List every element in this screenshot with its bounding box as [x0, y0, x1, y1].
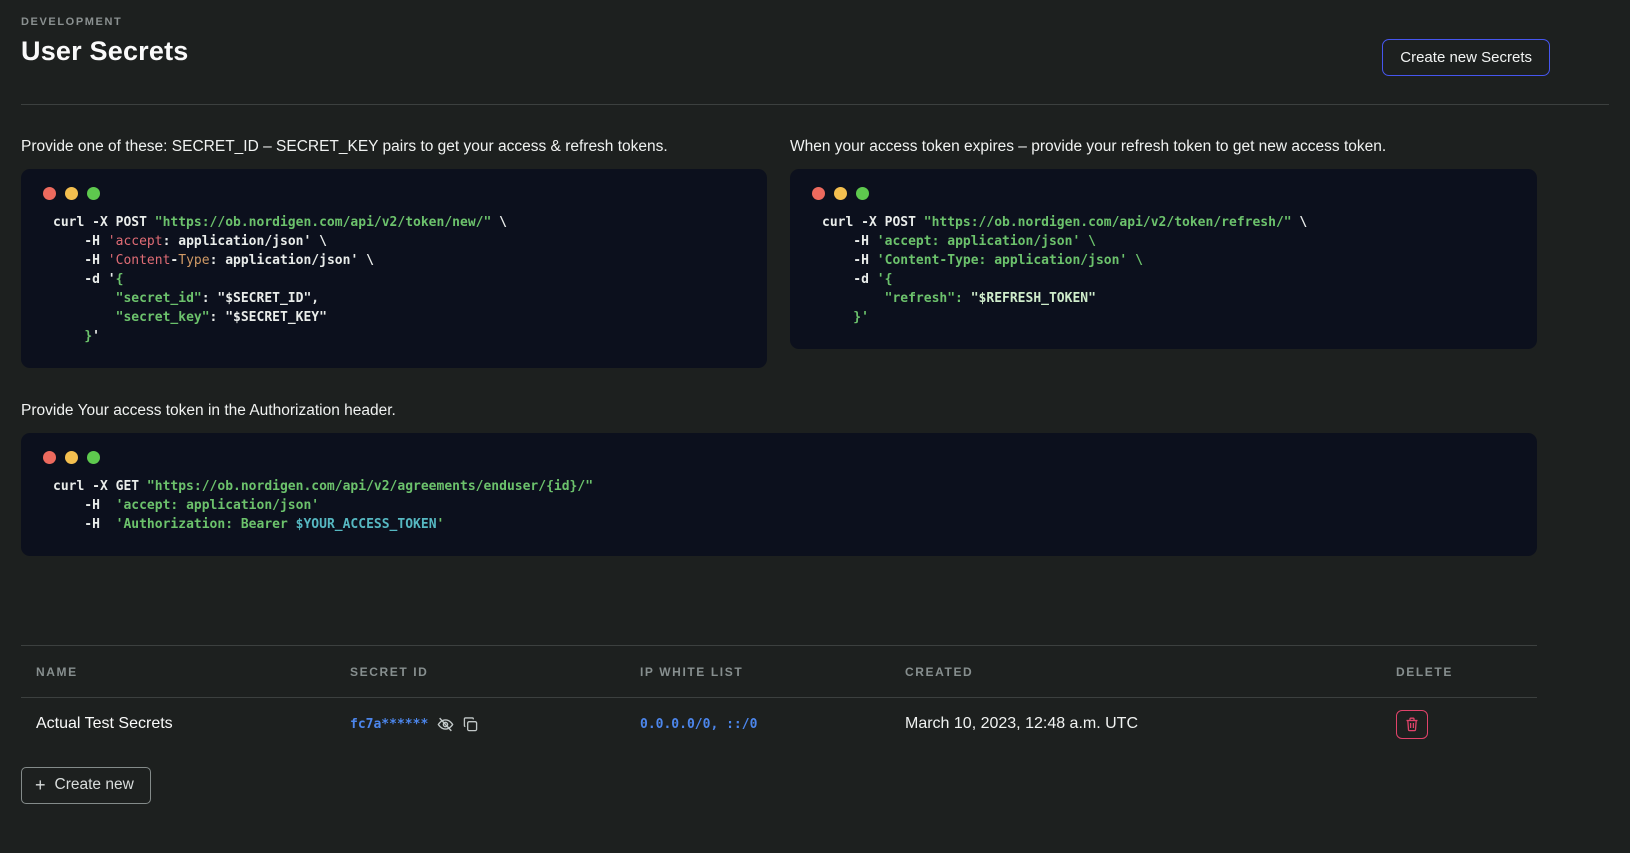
token-new-code: curl -X POST "https://ob.nordigen.com/ap…: [41, 213, 747, 346]
traffic-yellow-icon: [65, 187, 78, 200]
create-new-secrets-button[interactable]: Create new Secrets: [1382, 39, 1550, 76]
token-refresh-description: When your access token expires – provide…: [790, 138, 1537, 156]
traffic-green-icon: [87, 451, 100, 464]
section-token-new: Provide one of these: SECRET_ID – SECRET…: [21, 138, 767, 368]
traffic-yellow-icon: [834, 187, 847, 200]
page-title: User Secrets: [21, 36, 1609, 67]
traffic-red-icon: [43, 451, 56, 464]
column-header-delete: DELETE: [1396, 665, 1537, 679]
delete-cell: [1396, 710, 1537, 739]
copy-secret-button[interactable]: [463, 717, 478, 732]
delete-secret-button[interactable]: [1396, 710, 1428, 739]
traffic-green-icon: [87, 187, 100, 200]
token-refresh-code-card: curl -X POST "https://ob.nordigen.com/ap…: [790, 169, 1537, 349]
terminal-dots: [41, 451, 1517, 464]
column-header-name: NAME: [36, 665, 350, 679]
section-token-refresh: When your access token expires – provide…: [790, 138, 1537, 349]
section-authorization: Provide Your access token in the Authori…: [21, 402, 1537, 556]
secret-name: Actual Test Secrets: [36, 715, 350, 733]
terminal-dots: [810, 187, 1517, 200]
copy-icon: [463, 717, 478, 732]
created-value: March 10, 2023, 12:48 a.m. UTC: [905, 715, 1396, 733]
token-refresh-code: curl -X POST "https://ob.nordigen.com/ap…: [810, 213, 1517, 327]
secret-id-cell: fc7a******: [350, 716, 640, 733]
authorization-code-card: curl -X GET "https://ob.nordigen.com/api…: [21, 433, 1537, 556]
secret-id-value: fc7a******: [350, 717, 428, 732]
create-new-button[interactable]: + Create new: [21, 767, 151, 804]
token-new-code-card: curl -X POST "https://ob.nordigen.com/ap…: [21, 169, 767, 368]
column-header-created: CREATED: [905, 665, 1396, 679]
column-header-ip-white-list: IP WHITE LIST: [640, 665, 905, 679]
table-row: Actual Test Secrets fc7a******: [21, 698, 1537, 750]
table-header-row: NAME SECRET ID IP WHITE LIST CREATED DEL…: [21, 645, 1537, 698]
traffic-green-icon: [856, 187, 869, 200]
page-header: DEVELOPMENT User Secrets Create new Secr…: [21, 16, 1609, 105]
authorization-description: Provide Your access token in the Authori…: [21, 402, 1537, 420]
ip-white-list-value: 0.0.0.0/0, ::/0: [640, 717, 905, 732]
eye-off-icon: [437, 716, 454, 733]
page: DEVELOPMENT User Secrets Create new Secr…: [0, 0, 1630, 804]
traffic-red-icon: [43, 187, 56, 200]
create-new-label: Create new: [55, 776, 134, 794]
plus-icon: +: [35, 778, 46, 792]
code-sections-row: Provide one of these: SECRET_ID – SECRET…: [21, 138, 1609, 368]
trash-icon: [1405, 717, 1419, 732]
terminal-dots: [41, 187, 747, 200]
traffic-yellow-icon: [65, 451, 78, 464]
reveal-secret-button[interactable]: [437, 716, 454, 733]
traffic-red-icon: [812, 187, 825, 200]
token-new-description: Provide one of these: SECRET_ID – SECRET…: [21, 138, 767, 156]
authorization-code: curl -X GET "https://ob.nordigen.com/api…: [41, 477, 1517, 534]
column-header-secret-id: SECRET ID: [350, 665, 640, 679]
header-divider: [21, 104, 1609, 105]
secrets-table: NAME SECRET ID IP WHITE LIST CREATED DEL…: [21, 645, 1537, 750]
breadcrumb-development: DEVELOPMENT: [21, 16, 1609, 28]
